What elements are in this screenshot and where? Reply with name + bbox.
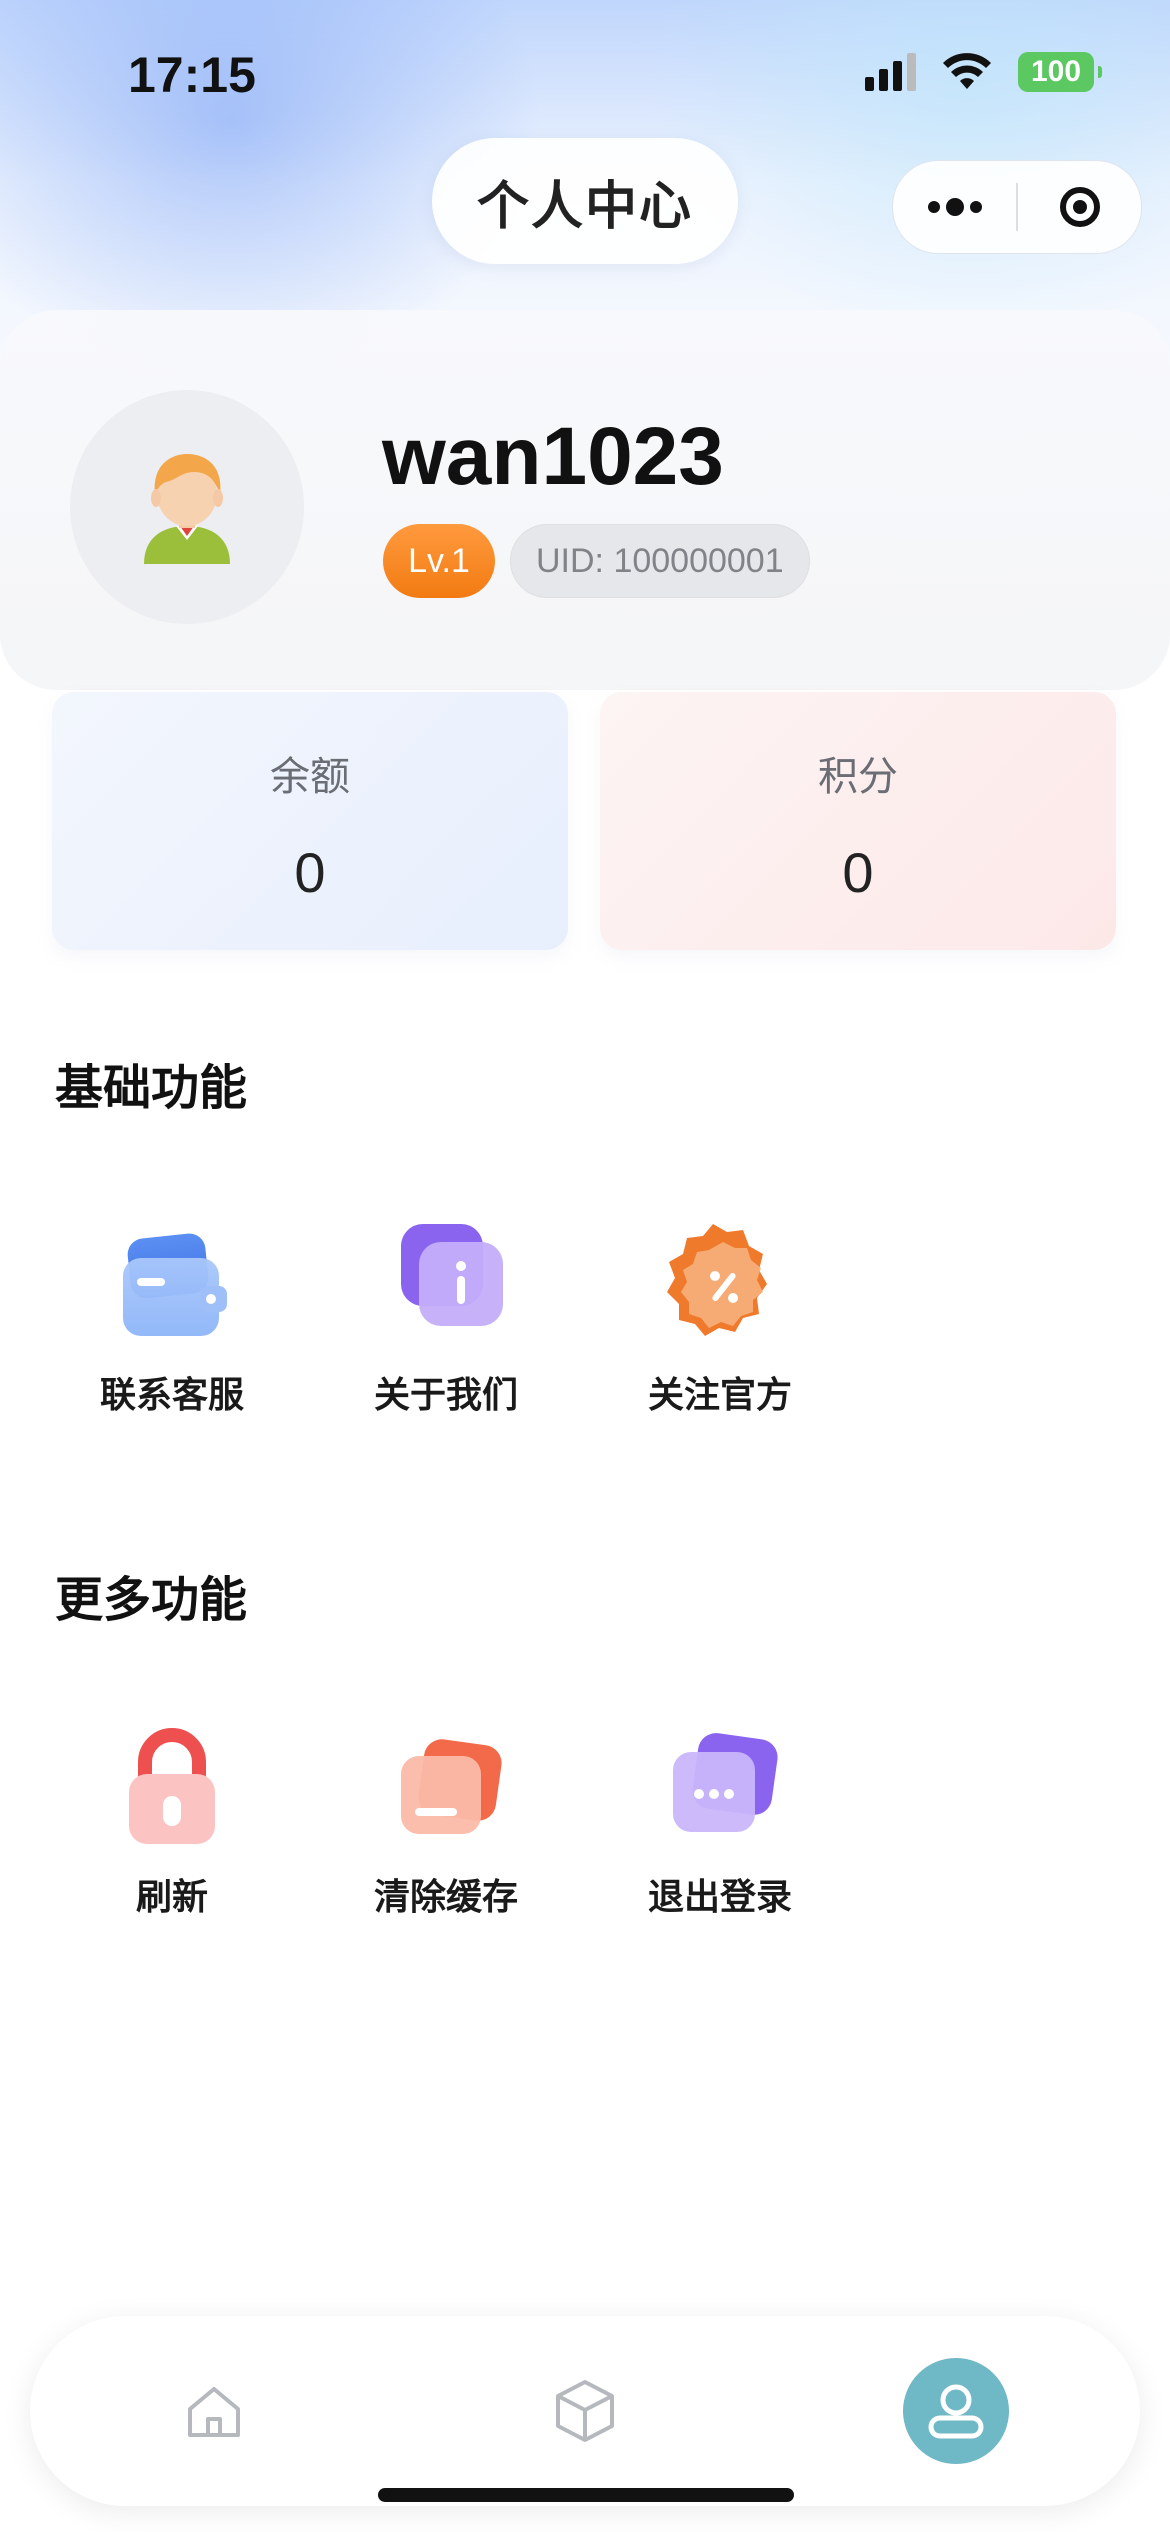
- status-icons: 100: [865, 52, 1102, 92]
- contact-service-label: 联系客服: [99, 1375, 244, 1416]
- points-label: 积分: [818, 754, 898, 800]
- user-avatar-icon: [144, 454, 230, 564]
- basic-section-title: 基础功能: [55, 1060, 248, 1116]
- logout-item[interactable]: 退出登录: [605, 1722, 835, 1920]
- cellular-signal-icon: [865, 53, 916, 91]
- home-indicator: [378, 2488, 794, 2502]
- avatar[interactable]: [70, 390, 304, 624]
- home-icon: [188, 2387, 240, 2437]
- close-miniprogram-button[interactable]: [1018, 161, 1141, 253]
- battery-icon: 100: [1018, 52, 1102, 92]
- cube-icon: [556, 2380, 614, 2442]
- username: wan1023: [382, 411, 724, 502]
- more-options-button[interactable]: [893, 161, 1016, 253]
- target-icon: [1059, 187, 1100, 227]
- info-icon: [381, 1220, 511, 1350]
- miniprogram-capsule: [892, 160, 1142, 254]
- points-card[interactable]: 积分 0: [600, 692, 1116, 950]
- stack-icon: [381, 1722, 511, 1852]
- status-time: 17:15: [128, 47, 256, 103]
- tab-bar: [30, 2316, 1140, 2506]
- refresh-item[interactable]: 刷新: [57, 1722, 287, 1920]
- follow-official-label: 关注官方: [647, 1375, 792, 1416]
- tab-product[interactable]: [485, 2316, 685, 2506]
- follow-official-item[interactable]: 关注官方: [605, 1220, 835, 1418]
- about-us-label: 关于我们: [373, 1375, 518, 1416]
- chat-bubble-icon: [655, 1722, 785, 1852]
- page-title: 个人中心: [432, 138, 738, 264]
- refresh-label: 刷新: [135, 1877, 208, 1918]
- balance-value: 0: [294, 841, 326, 904]
- tab-profile-active-indicator: [903, 2358, 1009, 2464]
- wallet-icon: [107, 1220, 237, 1350]
- uid-badge: UID: 100000001: [510, 524, 810, 598]
- wifi-icon: [943, 53, 991, 89]
- user-icon: [928, 2384, 984, 2439]
- battery-level: 100: [1030, 55, 1082, 88]
- about-us-item[interactable]: 关于我们: [331, 1220, 561, 1418]
- lock-icon: [107, 1722, 237, 1852]
- more-section-title: 更多功能: [55, 1572, 248, 1628]
- tab-profile[interactable]: [856, 2316, 1056, 2506]
- logout-label: 退出登录: [647, 1877, 792, 1918]
- clear-cache-label: 清除缓存: [373, 1877, 518, 1918]
- clear-cache-item[interactable]: 清除缓存: [331, 1722, 561, 1920]
- discount-badge-icon: [655, 1220, 785, 1350]
- profile-card: wan1023 Lv.1 UID: 100000001: [0, 310, 1170, 690]
- points-value: 0: [842, 841, 874, 904]
- balance-card[interactable]: 余额 0: [52, 692, 568, 950]
- tab-home[interactable]: [114, 2316, 314, 2506]
- contact-service-item[interactable]: 联系客服: [57, 1220, 287, 1418]
- balance-label: 余额: [270, 754, 350, 800]
- level-badge: Lv.1: [383, 524, 495, 598]
